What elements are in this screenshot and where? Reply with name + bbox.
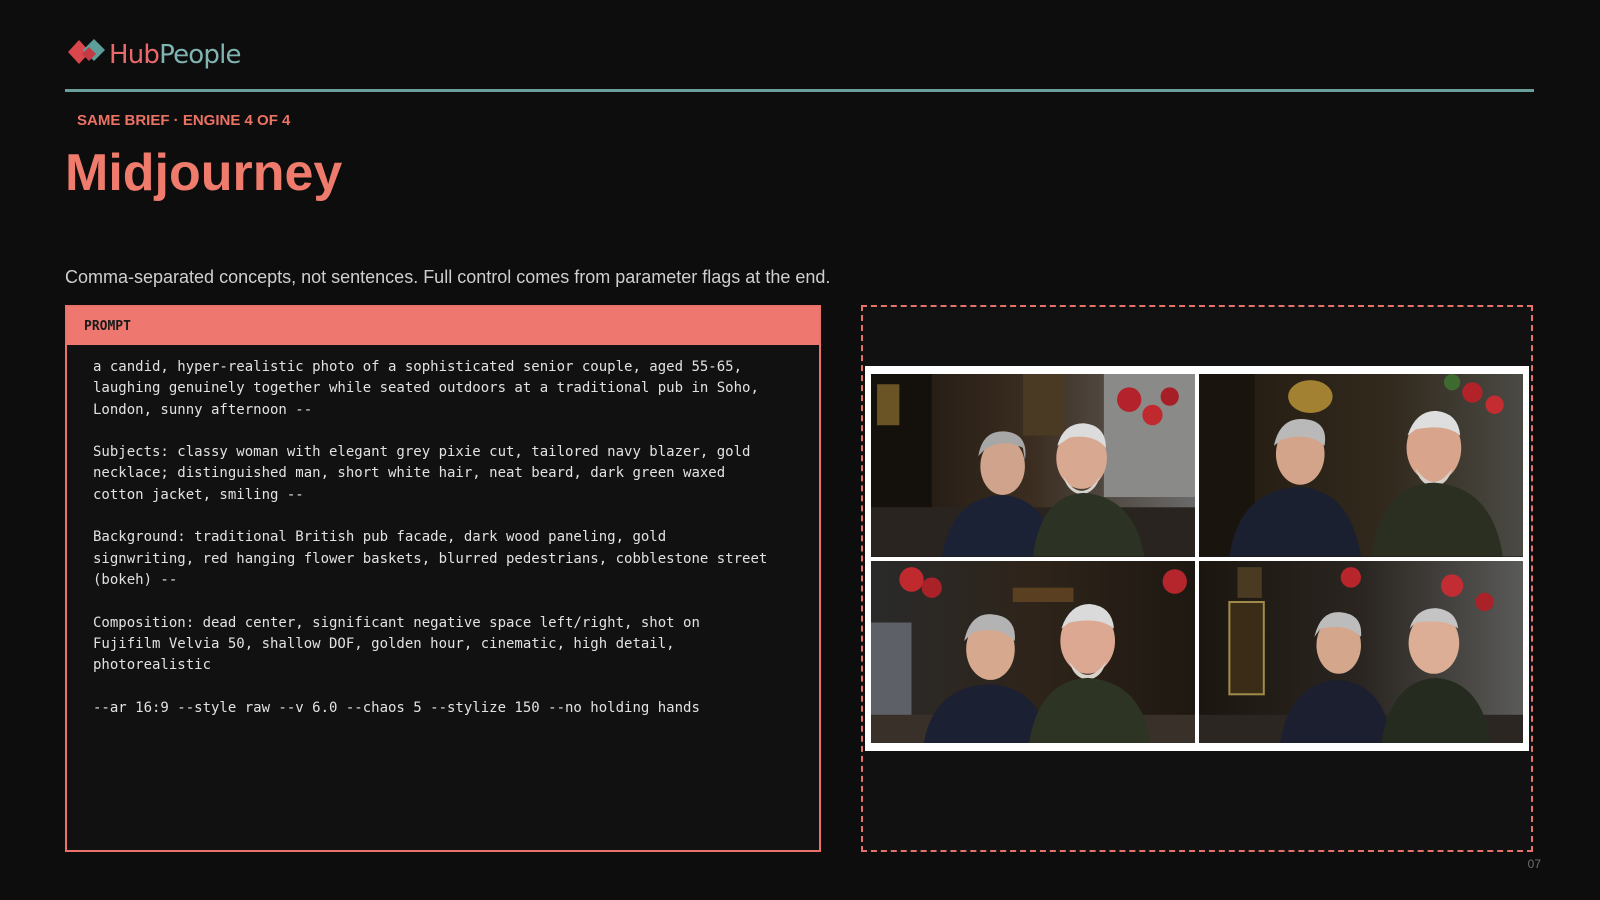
- prompt-text: a candid, hyper-realistic photo of a sop…: [67, 345, 819, 719]
- generated-image-3[interactable]: [871, 560, 1195, 743]
- prompt-paragraph-composition: Composition: dead center, significant ne…: [93, 614, 700, 674]
- generated-image-1[interactable]: [871, 374, 1195, 557]
- diamond-logo-icon: [68, 39, 105, 64]
- couple-photo-icon: [871, 560, 1195, 743]
- generated-image-4[interactable]: [1199, 560, 1523, 743]
- page-number: 07: [1527, 857, 1541, 871]
- prompt-paragraph-subjects: Subjects: classy woman with elegant grey…: [93, 444, 751, 503]
- prompt-paragraph-background: Background: traditional British pub faca…: [93, 529, 768, 588]
- logo-wordmark: HubPeople: [109, 38, 242, 72]
- prompt-panel: PROMPT a candid, hyper-realistic photo o…: [65, 305, 821, 852]
- couple-photo-icon: [1199, 374, 1523, 557]
- generated-image-2[interactable]: [1199, 374, 1523, 557]
- hubpeople-logo: HubPeople: [67, 38, 242, 72]
- couple-photo-icon: [1199, 560, 1523, 743]
- logo-people-text: People: [159, 40, 241, 70]
- prompt-label: PROMPT: [67, 307, 819, 345]
- page-subtitle: Comma-separated concepts, not sentences.…: [65, 267, 831, 287]
- generated-image-frame: [861, 305, 1533, 852]
- prompt-paragraph-intro: a candid, hyper-realistic photo of a sop…: [93, 359, 759, 418]
- page-title: Midjourney: [65, 144, 343, 202]
- engine-eyebrow: SAME BRIEF · ENGINE 4 OF 4: [77, 112, 291, 129]
- couple-photo-icon: [871, 374, 1195, 557]
- prompt-paragraph-parameters: --ar 16:9 --style raw --v 6.0 --chaos 5 …: [93, 699, 700, 716]
- logo-hub-text: Hub: [109, 40, 160, 70]
- header-divider: [65, 89, 1534, 92]
- generated-image-grid: [865, 366, 1529, 751]
